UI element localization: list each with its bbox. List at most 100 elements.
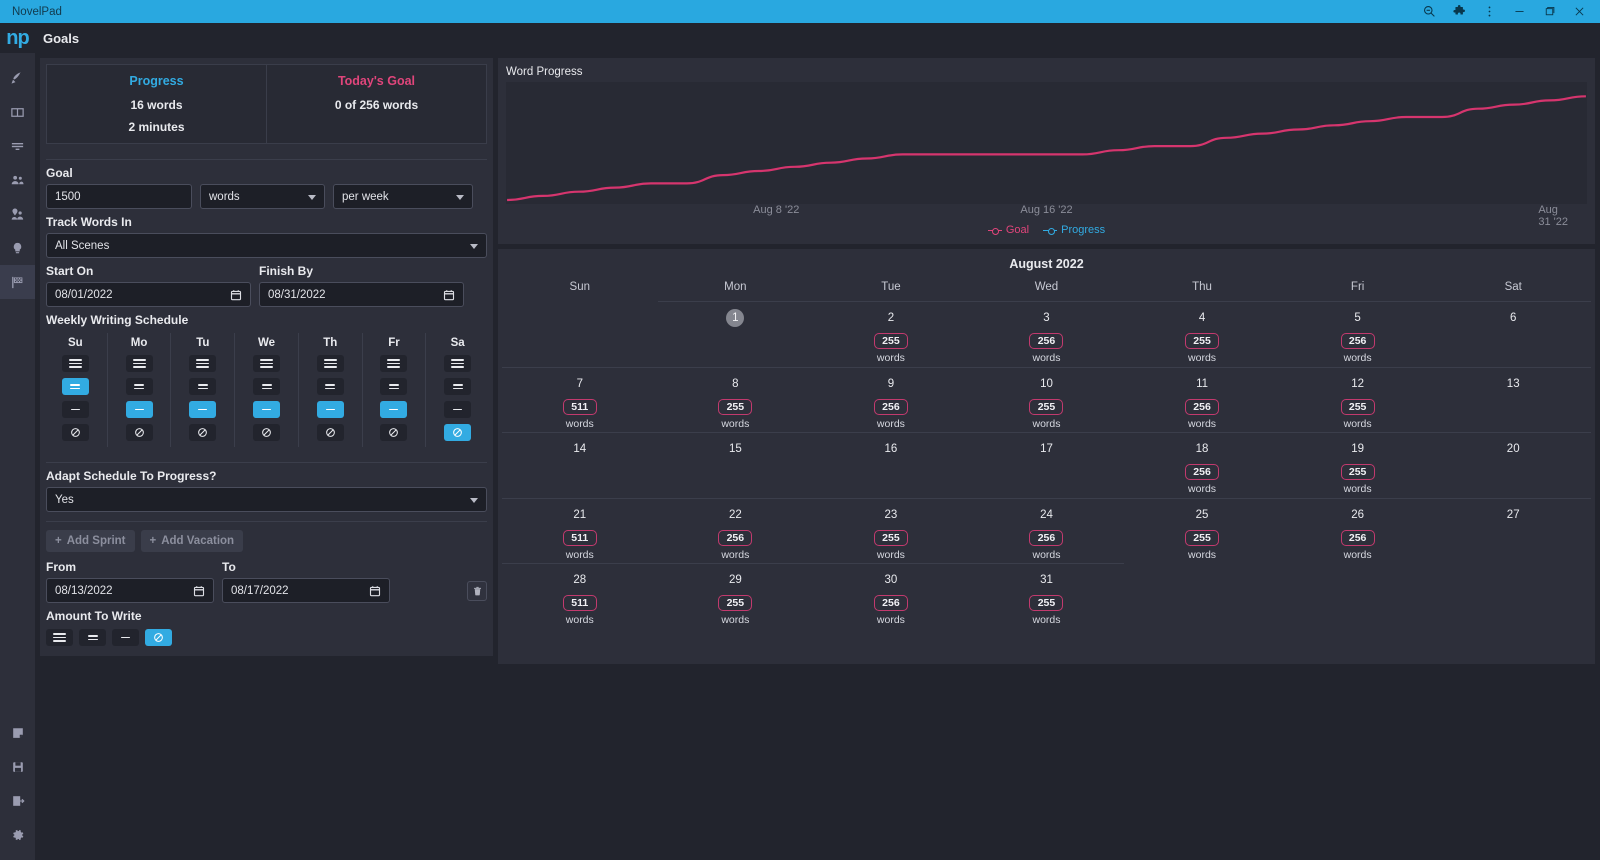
delete-vacation-button[interactable]	[467, 581, 487, 601]
calendar-day-cell[interactable]: 6	[1435, 301, 1591, 367]
goal-amount-input[interactable]: 1500	[46, 184, 192, 209]
calendar-day-cell[interactable]: 10 255 words	[968, 366, 1125, 433]
calendar-day-cell[interactable]: 14	[502, 432, 658, 498]
schedule-toggle-tu-level3[interactable]	[189, 424, 217, 441]
amount-toggle-level1[interactable]	[79, 629, 106, 646]
calendar-day-cell[interactable]: 11 256 words	[1124, 366, 1280, 433]
more-options-icon[interactable]	[1474, 0, 1504, 23]
add-vacation-button[interactable]: + Add Vacation	[140, 530, 244, 552]
schedule-toggle-tu-level0[interactable]	[189, 355, 217, 372]
schedule-toggle-tu-level1[interactable]	[189, 378, 217, 395]
sidebar-item-places[interactable]	[0, 197, 35, 231]
schedule-toggle-th-level3[interactable]	[316, 424, 344, 441]
calendar-day-cell[interactable]: 21 511 words	[502, 497, 658, 564]
schedule-toggle-fr-level0[interactable]	[380, 355, 408, 372]
schedule-toggle-mo-level2[interactable]	[125, 401, 153, 418]
calendar-icon[interactable]	[443, 289, 455, 304]
schedule-toggle-fr-level3[interactable]	[380, 424, 408, 441]
track-words-select[interactable]: All Scenes	[46, 233, 487, 258]
calendar-icon[interactable]	[193, 585, 205, 600]
sidebar-item-board[interactable]	[0, 95, 35, 129]
legend-item-goal[interactable]: Goal	[987, 224, 1029, 236]
schedule-toggle-su-level1[interactable]	[61, 378, 89, 395]
adapt-select[interactable]: Yes	[46, 487, 487, 512]
chart-plot-area[interactable]	[506, 82, 1587, 204]
calendar-day-cell[interactable]: 18 256 words	[1124, 432, 1280, 498]
settings-gear-icon[interactable]	[0, 818, 35, 852]
calendar-day-cell[interactable]: 30 256 words	[813, 563, 969, 629]
sidebar-item-write[interactable]	[0, 61, 35, 95]
calendar-icon[interactable]	[369, 585, 381, 600]
sidebar-item-outline[interactable]	[0, 129, 35, 163]
finish-by-date-input[interactable]: 08/31/2022	[259, 282, 464, 307]
save-icon[interactable]	[0, 750, 35, 784]
sidebar-item-goals[interactable]	[0, 265, 35, 299]
close-button[interactable]	[1564, 0, 1594, 23]
calendar-day-cell[interactable]: 2 255 words	[813, 301, 969, 367]
start-on-date-input[interactable]: 08/01/2022	[46, 282, 251, 307]
calendar-day-cell[interactable]: 23 255 words	[813, 497, 969, 564]
calendar-day-cell[interactable]: 4 255 words	[1124, 301, 1280, 367]
schedule-toggle-th-level0[interactable]	[316, 355, 344, 372]
restore-button[interactable]	[1534, 0, 1564, 23]
calendar-day-cell[interactable]: 16	[813, 432, 969, 498]
calendar-day-cell[interactable]: 12 255 words	[1279, 366, 1436, 433]
schedule-toggle-we-level1[interactable]	[253, 378, 281, 395]
calendar-day-cell[interactable]: 29 255 words	[657, 563, 814, 629]
schedule-toggle-sa-level3[interactable]	[444, 424, 472, 441]
calendar-day-cell[interactable]: 20	[1435, 432, 1591, 498]
schedule-toggle-tu-level2[interactable]	[189, 401, 217, 418]
schedule-toggle-th-level1[interactable]	[316, 378, 344, 395]
sidebar-item-ideas[interactable]	[0, 231, 35, 265]
schedule-toggle-mo-level3[interactable]	[125, 424, 153, 441]
goal-unit-select[interactable]: words	[200, 184, 325, 209]
search-icon[interactable]	[1414, 0, 1444, 23]
calendar-day-cell[interactable]: 8 255 words	[657, 366, 814, 433]
schedule-toggle-we-level3[interactable]	[253, 424, 281, 441]
calendar-icon[interactable]	[230, 289, 242, 304]
schedule-toggle-sa-level2[interactable]	[444, 401, 472, 418]
schedule-toggle-sa-level1[interactable]	[444, 378, 472, 395]
calendar-day-cell[interactable]: 24 256 words	[968, 497, 1125, 564]
schedule-toggle-we-level0[interactable]	[253, 355, 281, 372]
calendar-day-cell[interactable]: 9 256 words	[813, 366, 969, 433]
schedule-toggle-fr-level2[interactable]	[380, 401, 408, 418]
calendar-day-cell[interactable]: 19 255 words	[1279, 432, 1436, 498]
calendar-day-cell[interactable]: 27	[1435, 497, 1591, 564]
schedule-toggle-we-level2[interactable]	[253, 401, 281, 418]
calendar-day-cell[interactable]: 15	[657, 432, 814, 498]
sidebar-item-characters[interactable]	[0, 163, 35, 197]
calendar-day-cell[interactable]: 31 255 words	[968, 563, 1125, 629]
export-icon[interactable]	[0, 784, 35, 818]
app-logo[interactable]: np	[0, 23, 35, 53]
schedule-toggle-mo-level0[interactable]	[125, 355, 153, 372]
amount-toggle-level0[interactable]	[46, 629, 73, 646]
calendar-day-cell[interactable]: 22 256 words	[657, 497, 814, 564]
calendar-day-cell[interactable]: 7 511 words	[502, 366, 658, 433]
calendar-day-cell[interactable]: 17	[968, 432, 1125, 498]
schedule-toggle-su-level2[interactable]	[61, 401, 89, 418]
schedule-toggle-sa-level0[interactable]	[444, 355, 472, 372]
calendar-day-cell[interactable]: 13	[1435, 366, 1591, 433]
schedule-toggle-mo-level1[interactable]	[125, 378, 153, 395]
add-sprint-button[interactable]: + Add Sprint	[46, 530, 135, 552]
schedule-toggle-su-level0[interactable]	[61, 355, 89, 372]
calendar-day-cell[interactable]: 1	[657, 301, 814, 367]
schedule-toggle-fr-level1[interactable]	[380, 378, 408, 395]
calendar-day-cell[interactable]: 25 255 words	[1124, 497, 1280, 564]
calendar-day-cell[interactable]: 3 256 words	[968, 301, 1125, 367]
calendar-day-cell[interactable]: 5 256 words	[1279, 301, 1436, 367]
goal-period-select[interactable]: per week	[333, 184, 473, 209]
from-date-input[interactable]: 08/13/2022	[46, 578, 214, 603]
minimize-button[interactable]	[1504, 0, 1534, 23]
notes-icon[interactable]	[0, 716, 35, 750]
legend-item-progress[interactable]: Progress	[1043, 224, 1105, 236]
to-date-input[interactable]: 08/17/2022	[222, 578, 390, 603]
schedule-toggle-th-level2[interactable]	[316, 401, 344, 418]
calendar-day-cell[interactable]: 28 511 words	[502, 563, 658, 629]
extensions-puzzle-icon[interactable]	[1444, 0, 1474, 23]
schedule-toggle-su-level3[interactable]	[61, 424, 89, 441]
amount-toggle-level2[interactable]	[112, 629, 139, 646]
amount-toggle-level3[interactable]	[145, 629, 172, 646]
calendar-day-cell[interactable]: 26 256 words	[1279, 497, 1436, 564]
